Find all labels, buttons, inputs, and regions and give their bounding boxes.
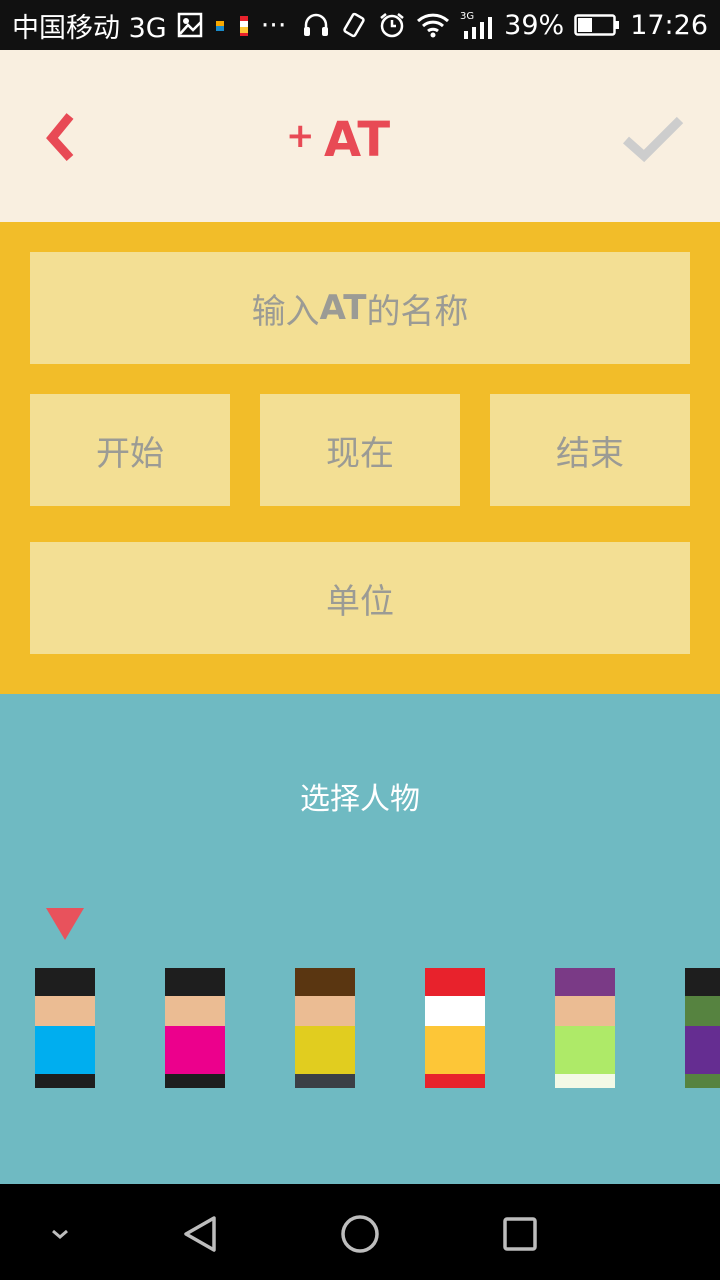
character-pants [685, 1074, 720, 1088]
start-field[interactable]: 开始 [30, 394, 230, 506]
hide-nav-button[interactable] [32, 1206, 88, 1262]
character-hair [555, 968, 615, 996]
character-shirt [295, 1026, 355, 1074]
character-pants [555, 1074, 615, 1088]
circle-home-icon [341, 1215, 379, 1253]
name-placeholder-prefix: 输入 [251, 291, 320, 332]
character-picker: 选择人物 [0, 694, 720, 1184]
start-label: 开始 [96, 433, 164, 474]
logo-plus: + [286, 116, 315, 156]
back-button[interactable] [34, 102, 94, 172]
end-label: 结束 [556, 433, 624, 474]
triangle-back-icon [184, 1216, 216, 1252]
status-bar: 中国移动 3G ··· 3G 39% 17:26 [0, 0, 720, 50]
character-face [165, 996, 225, 1026]
character-face [685, 996, 720, 1026]
character-picker-title: 选择人物 [300, 782, 420, 817]
end-field[interactable]: 结束 [490, 394, 690, 506]
now-label: 现在 [326, 433, 394, 474]
character-hair [165, 968, 225, 996]
confirm-button[interactable] [618, 108, 690, 172]
character-face [425, 996, 485, 1026]
character-pants [425, 1074, 485, 1088]
square-recents-icon [503, 1217, 537, 1251]
character-pants [165, 1074, 225, 1088]
character-hair [35, 968, 95, 996]
vibrate-icon [340, 11, 368, 39]
nav-back-button[interactable] [172, 1206, 228, 1262]
chevron-left-icon [46, 113, 74, 162]
at-form: 输入 AT 的名称 开始 现在 结束 单位 [0, 222, 720, 694]
character-shirt [425, 1026, 485, 1074]
character-shirt [685, 1026, 720, 1074]
more-notifications: ··· [260, 9, 287, 41]
headphones-icon [302, 12, 330, 38]
logo-text: AT [324, 112, 390, 162]
character-hair [685, 968, 720, 996]
battery-percent: 39% [504, 9, 565, 41]
character-shirt [165, 1026, 225, 1074]
system-nav-bar [0, 1184, 720, 1280]
character-face [555, 996, 615, 1026]
character-pants [35, 1074, 95, 1088]
character-option[interactable] [35, 968, 95, 1090]
selected-indicator-icon [46, 908, 84, 940]
app-logo: + AT [286, 112, 406, 168]
battery-icon [574, 13, 620, 37]
character-option[interactable] [685, 968, 720, 1090]
app-notification-icon [213, 13, 227, 37]
nav-home-button[interactable] [332, 1206, 388, 1262]
character-option[interactable] [425, 968, 485, 1090]
signal-icon: 3G [460, 9, 494, 41]
app-notification-icon-2 [237, 12, 251, 38]
character-face [35, 996, 95, 1026]
character-face [295, 996, 355, 1026]
app-header: + AT [0, 50, 720, 222]
character-option[interactable] [295, 968, 355, 1090]
gallery-icon [177, 12, 203, 38]
now-field[interactable]: 现在 [260, 394, 460, 506]
alarm-icon [378, 11, 406, 39]
chevron-down-icon [52, 1229, 68, 1239]
character-hair [425, 968, 485, 996]
name-placeholder-suffix: 的名称 [366, 291, 469, 332]
svg-text:3G: 3G [460, 11, 474, 22]
name-placeholder-bold: AT [319, 288, 367, 328]
name-input[interactable]: 输入 AT 的名称 [30, 252, 690, 364]
wifi-icon [416, 12, 450, 38]
unit-field[interactable]: 单位 [30, 542, 690, 654]
checkmark-icon [623, 116, 684, 163]
character-shirt [35, 1026, 95, 1074]
clock: 17:26 [630, 9, 708, 41]
character-option[interactable] [165, 968, 225, 1090]
character-option[interactable] [555, 968, 615, 1090]
unit-label: 单位 [326, 581, 394, 622]
character-hair [295, 968, 355, 996]
character-shirt [555, 1026, 615, 1074]
character-pants [295, 1074, 355, 1088]
carrier-label: 中国移动 3G [12, 12, 167, 44]
nav-recents-button[interactable] [492, 1206, 548, 1262]
